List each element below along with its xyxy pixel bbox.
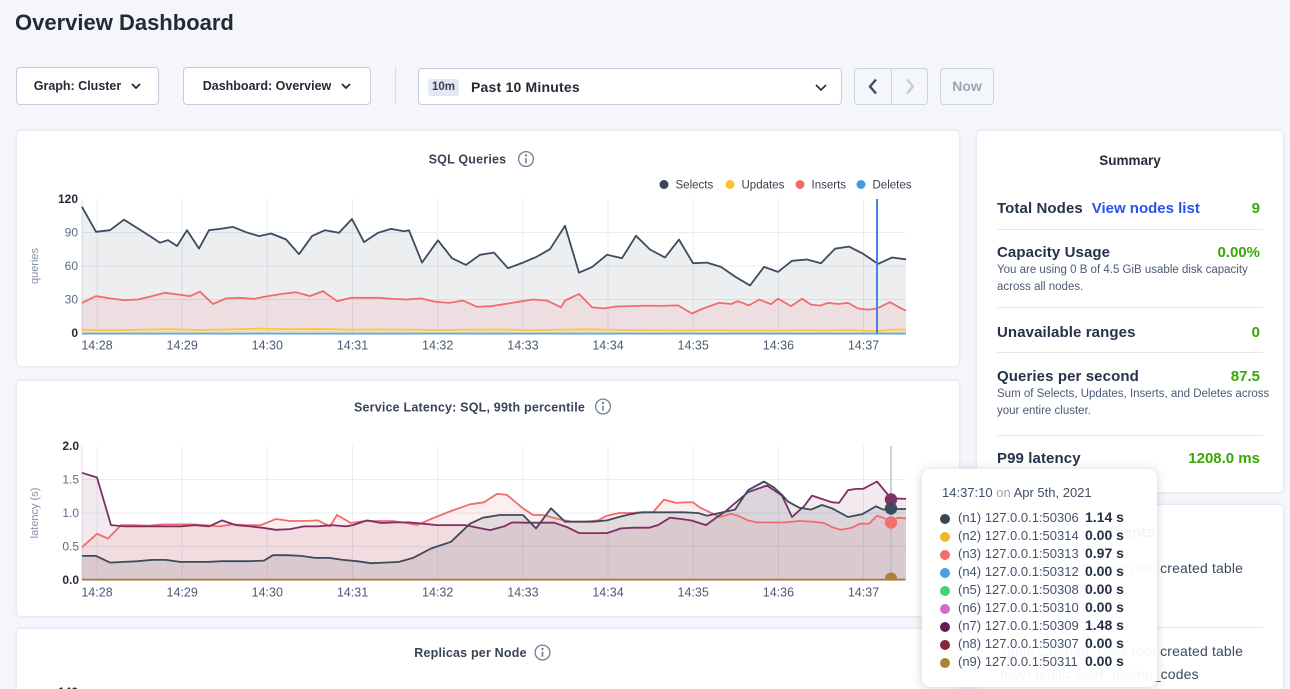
svg-text:14:34: 14:34: [592, 586, 623, 600]
svg-text:14:29: 14:29: [167, 339, 198, 353]
svg-text:140: 140: [58, 685, 78, 689]
svg-text:90: 90: [65, 226, 79, 240]
svg-text:14:35: 14:35: [678, 339, 709, 353]
svg-text:SQL Queries: SQL Queries: [429, 153, 507, 167]
svg-text:queries: queries: [29, 247, 41, 284]
svg-text:2.0: 2.0: [62, 439, 79, 453]
svg-text:14:29: 14:29: [167, 586, 198, 600]
svg-text:Inserts: Inserts: [812, 180, 847, 192]
svg-text:30: 30: [65, 293, 79, 307]
svg-text:Deletes: Deletes: [873, 180, 912, 192]
svg-text:0.5: 0.5: [62, 540, 79, 554]
svg-text:60: 60: [65, 259, 79, 273]
svg-text:14:30: 14:30: [252, 339, 283, 353]
svg-text:Updates: Updates: [742, 180, 785, 192]
svg-text:Service Latency: SQL, 99th per: Service Latency: SQL, 99th percentile: [354, 401, 585, 415]
svg-text:14:28: 14:28: [81, 586, 112, 600]
svg-text:Selects: Selects: [676, 180, 714, 192]
svg-text:Replicas per Node: Replicas per Node: [414, 646, 526, 660]
svg-text:1.5: 1.5: [62, 473, 79, 487]
svg-text:14:34: 14:34: [592, 339, 623, 353]
svg-text:14:28: 14:28: [81, 339, 112, 353]
svg-text:14:37: 14:37: [848, 586, 879, 600]
svg-text:14:36: 14:36: [763, 586, 794, 600]
svg-text:14:32: 14:32: [422, 339, 453, 353]
svg-text:14:35: 14:35: [678, 586, 709, 600]
svg-text:14:37: 14:37: [848, 339, 879, 353]
svg-text:14:33: 14:33: [507, 339, 538, 353]
svg-text:latency (s): latency (s): [29, 488, 41, 539]
svg-text:14:31: 14:31: [337, 586, 368, 600]
svg-text:14:32: 14:32: [422, 586, 453, 600]
svg-text:120: 120: [58, 192, 78, 206]
svg-text:14:33: 14:33: [507, 586, 538, 600]
svg-text:14:36: 14:36: [763, 339, 794, 353]
svg-text:14:30: 14:30: [252, 586, 283, 600]
svg-text:0: 0: [71, 326, 78, 340]
svg-text:1.0: 1.0: [62, 506, 79, 520]
svg-text:0.0: 0.0: [62, 573, 79, 587]
svg-text:14:31: 14:31: [337, 339, 368, 353]
